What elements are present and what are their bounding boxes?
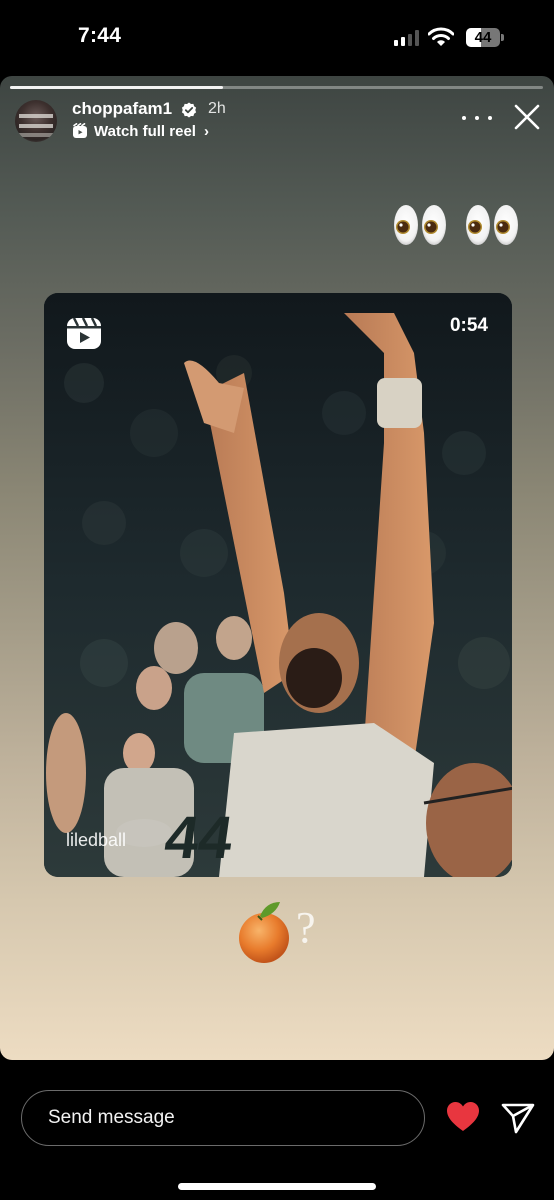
send-icon (501, 1103, 535, 1134)
story-progress-bar (10, 86, 543, 89)
watch-full-reel-label: Watch full reel (94, 122, 196, 140)
eyes-emoji (394, 205, 446, 245)
orange-question-sticker[interactable]: ? (236, 894, 326, 966)
avatar[interactable] (15, 100, 57, 142)
reel-author[interactable]: liledball (66, 830, 126, 851)
send-message-input[interactable] (21, 1090, 425, 1146)
story-progress-fill (10, 86, 224, 89)
wifi-icon (428, 27, 454, 46)
reels-icon (73, 123, 87, 138)
more-horizontal-icon (462, 116, 466, 120)
cellular-signal-icon (394, 30, 420, 46)
battery-tip (501, 34, 504, 41)
story-timestamp: 2h (208, 100, 226, 117)
status-bar: 7:44 44 (0, 0, 554, 76)
home-indicator[interactable] (178, 1183, 376, 1190)
tangerine-emoji (239, 902, 289, 963)
jersey-number: 44 (161, 803, 238, 871)
close-button[interactable] (512, 102, 542, 132)
reel-duration: 0:54 (449, 315, 488, 336)
battery-level: 44 (474, 29, 492, 46)
status-time: 7:44 (78, 24, 122, 47)
more-options-button[interactable] (462, 108, 492, 128)
battery-indicator: 44 (466, 28, 500, 47)
reels-icon (67, 317, 101, 349)
shared-reel-card[interactable]: 44 0:54 liledball (44, 293, 512, 877)
eyes-emoji-sticker[interactable] (392, 200, 528, 250)
story-header: choppafam1 2h Watch full reel › (0, 96, 554, 146)
chevron-right-icon: › (203, 122, 209, 140)
share-button[interactable] (501, 1102, 535, 1134)
question-mark-text: ? (296, 903, 316, 952)
watch-full-reel-link[interactable]: Watch full reel › (72, 121, 209, 141)
reel-thumbnail: 44 (44, 293, 512, 877)
verified-badge-icon (181, 102, 197, 118)
heart-icon (447, 1102, 479, 1131)
story-viewer[interactable]: choppafam1 2h Watch full reel › 44 0:54 … (0, 76, 554, 1060)
like-button[interactable] (446, 1101, 480, 1133)
eyes-emoji (466, 205, 518, 245)
username[interactable]: choppafam1 (72, 99, 172, 119)
